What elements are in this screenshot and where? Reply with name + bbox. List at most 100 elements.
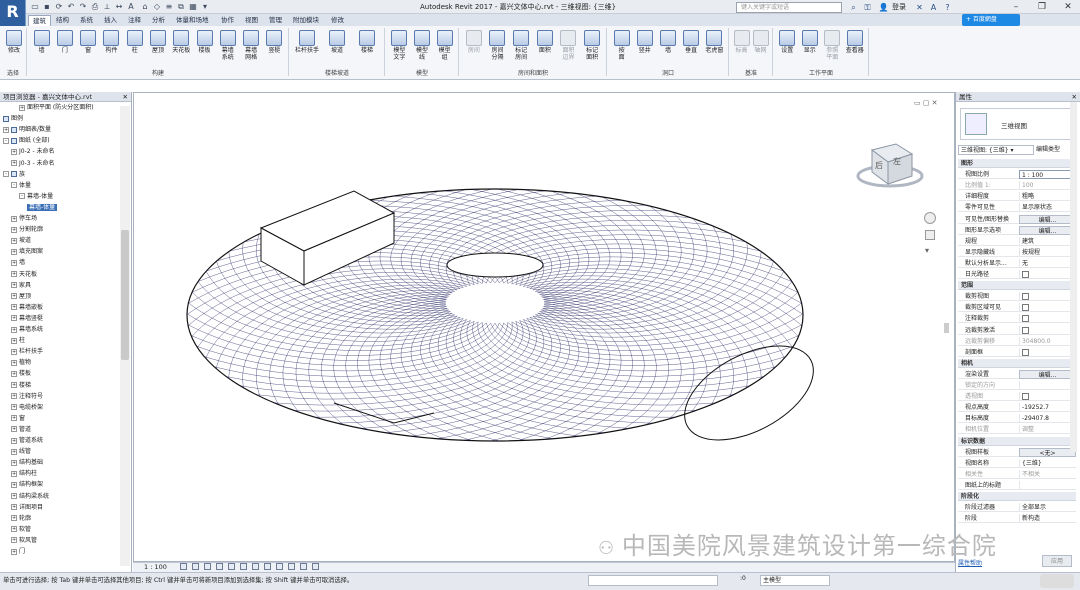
checkbox-icon[interactable] (1022, 393, 1029, 401)
crop-region-icon[interactable] (252, 563, 259, 570)
sync-icon[interactable]: ⟳ (54, 2, 64, 12)
ribbon-build-6-button[interactable]: 天花板 (170, 28, 193, 71)
expand-icon[interactable]: + (11, 493, 17, 499)
open-icon[interactable]: ▭ (30, 2, 40, 12)
ribbon-model-2-button[interactable]: 模型 组 (433, 28, 456, 71)
detail-level-icon[interactable] (180, 563, 187, 570)
browser-item[interactable]: + 幕墙竖梃 (11, 314, 43, 324)
expand-icon[interactable]: + (11, 448, 17, 455)
expand-icon[interactable]: + (11, 259, 17, 266)
expand-icon[interactable]: + (11, 426, 17, 433)
browser-item[interactable]: + 停车场 (11, 214, 37, 224)
browser-item[interactable]: + 结构框架 (11, 480, 43, 490)
ribbon-model-1-button[interactable]: 模型 线 (411, 28, 434, 71)
ribbon-opening-3-button[interactable]: 垂直 (680, 28, 703, 71)
browser-item[interactable]: + 面积平面 (防火分区面积) (19, 103, 94, 113)
expand-icon[interactable]: + (11, 315, 17, 322)
expand-icon[interactable]: + (11, 537, 17, 544)
property-group[interactable]: 范围 (958, 281, 1076, 291)
viewcube-face-back[interactable]: 后 (875, 160, 883, 171)
browser-item[interactable]: + J0-2 - 未命名 (11, 147, 55, 157)
browser-item[interactable]: + 管道 (11, 425, 31, 435)
expand-icon[interactable]: + (11, 459, 17, 466)
undo-icon[interactable]: ↶ (66, 2, 76, 12)
dimension-icon[interactable]: ↔ (114, 2, 124, 12)
tab-11[interactable]: 修改 (327, 15, 348, 26)
expand-icon[interactable]: + (11, 415, 17, 422)
tab-1[interactable]: 结构 (52, 15, 73, 26)
edit-type-button[interactable]: 编辑类型 (1036, 145, 1060, 155)
maximize-icon[interactable]: ❐ (1030, 0, 1054, 14)
browser-item[interactable]: - 幕墙-体量 (19, 192, 53, 202)
property-checkbox[interactable] (1019, 314, 1076, 324)
crop-view-icon[interactable] (240, 563, 247, 570)
apply-button[interactable]: 应用 (1042, 555, 1072, 567)
browser-item[interactable]: + 门 (11, 547, 25, 557)
temporary-view-icon[interactable] (300, 563, 307, 570)
expand-icon[interactable]: + (11, 282, 17, 289)
tab-0[interactable]: 建筑 (28, 15, 51, 26)
visual-style-icon[interactable] (192, 563, 199, 570)
property-value[interactable]: 1 : 100 (1019, 170, 1076, 180)
property-edit-button[interactable]: 编辑... (1019, 369, 1076, 379)
steering-wheel-icon[interactable] (924, 212, 936, 224)
viewport-window-controls[interactable]: ▭ ▢ ✕ (914, 99, 938, 107)
collapse-icon[interactable]: - (3, 171, 9, 178)
modify-button[interactable]: 修改 (4, 28, 24, 71)
properties-scrollbar[interactable] (1070, 102, 1077, 452)
ribbon-circulation-2-button[interactable]: 楼梯 (352, 28, 382, 71)
ribbon-build-8-button[interactable]: 幕墙 系统 (216, 28, 239, 71)
panel-label-room[interactable]: 房间和面积 (462, 68, 604, 77)
switch-windows-icon[interactable]: ▦ (188, 2, 198, 12)
browser-item[interactable]: + 家具 (11, 281, 31, 291)
ribbon-workplane-3-button[interactable]: 查看器 (844, 28, 867, 71)
workset-field[interactable] (588, 575, 718, 586)
close-icon[interactable]: ✕ (123, 92, 128, 102)
expand-icon[interactable]: + (11, 404, 17, 411)
ribbon-build-7-button[interactable]: 楼板 (193, 28, 216, 71)
close-icon[interactable]: ✕ (1056, 0, 1080, 14)
3d-model-view[interactable] (134, 93, 954, 561)
collapse-icon[interactable]: - (19, 193, 25, 200)
ribbon-circulation-1-button[interactable]: 坡道 (322, 28, 352, 71)
tab-9[interactable]: 管理 (265, 15, 286, 26)
close-icon[interactable]: ✕ (1072, 92, 1077, 102)
subscription-icon[interactable]: ⚿ (862, 2, 873, 13)
browser-item[interactable]: + 结构梁系统 (11, 492, 49, 502)
panel-label-model[interactable]: 模型 (388, 68, 456, 77)
expand-icon[interactable]: + (11, 160, 17, 166)
checkbox-icon[interactable] (1022, 271, 1029, 278)
property-group[interactable]: 阶段化 (958, 492, 1076, 501)
ribbon-model-0-button[interactable]: 模型 文字 (388, 28, 411, 71)
unlock-view-icon[interactable] (264, 563, 271, 570)
ribbon-build-5-button[interactable]: 屋顶 (146, 28, 169, 71)
tab-7[interactable]: 协作 (217, 15, 238, 26)
browser-item[interactable]: + 结构柱 (11, 469, 37, 479)
ribbon-opening-0-button[interactable]: 按 面 (610, 28, 633, 71)
collapse-icon[interactable]: - (3, 137, 9, 144)
browser-item[interactable]: + J0-3 - 未命名 (11, 159, 55, 169)
property-edit-button[interactable]: 编辑... (1019, 225, 1076, 235)
tab-5[interactable]: 分析 (148, 15, 169, 26)
close-hidden-icon[interactable]: ⧉ (176, 2, 186, 12)
property-checkbox[interactable] (1019, 325, 1076, 335)
checkbox-icon[interactable] (1022, 326, 1029, 334)
ribbon-build-0-button[interactable]: 墙 (30, 28, 53, 71)
expand-icon[interactable]: + (11, 271, 17, 277)
property-checkbox[interactable] (1019, 392, 1076, 402)
browser-item[interactable]: + 楼梯 (11, 381, 31, 391)
type-selector[interactable]: 三维视图 (960, 108, 1076, 140)
sun-path-icon[interactable] (204, 563, 211, 570)
zoom-icon[interactable] (925, 230, 935, 240)
expand-icon[interactable]: + (11, 293, 17, 300)
minimize-icon[interactable]: – (1004, 0, 1028, 14)
property-group[interactable]: 标识数据 (958, 436, 1076, 446)
ribbon-opening-2-button[interactable]: 墙 (656, 28, 679, 71)
tab-2[interactable]: 系统 (76, 15, 97, 26)
property-edit-button[interactable]: 编辑... (1019, 214, 1076, 224)
browser-item[interactable]: 图例 (3, 114, 23, 124)
section-icon[interactable]: ◇ (152, 2, 162, 12)
expand-icon[interactable]: + (11, 215, 17, 222)
property-checkbox[interactable] (1019, 303, 1076, 313)
browser-item[interactable]: -族 (3, 170, 25, 180)
